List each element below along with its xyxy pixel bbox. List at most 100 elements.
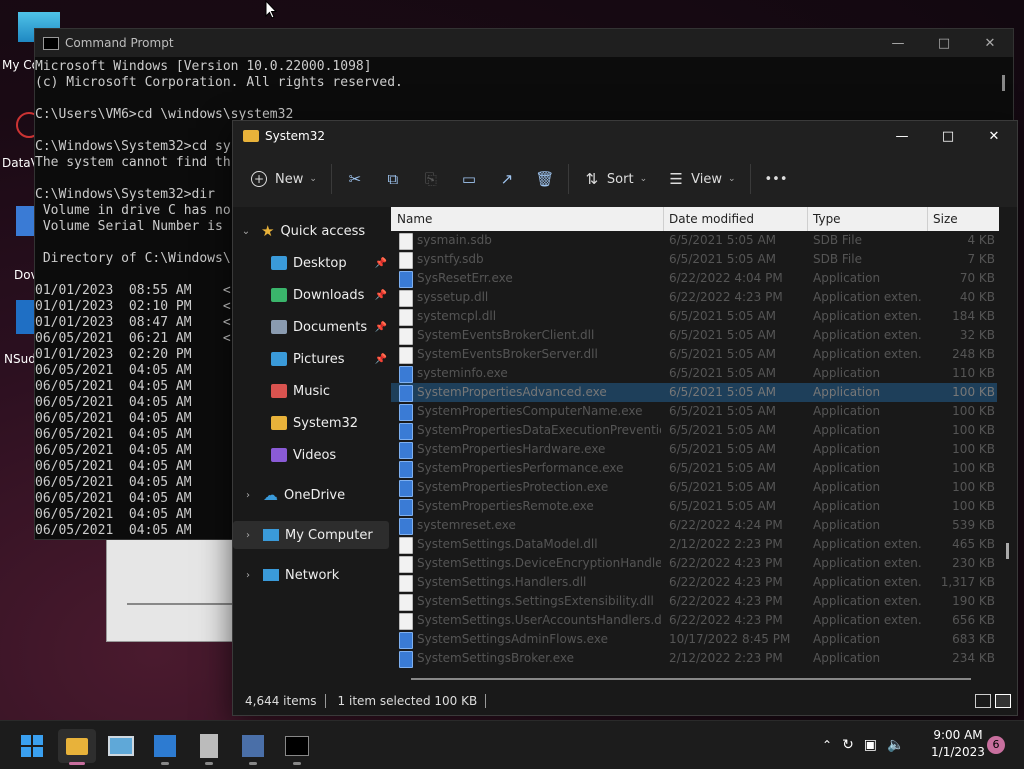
pin-icon: 📌 [374,353,387,365]
cmd-close-button[interactable]: ✕ [967,29,1013,57]
file-row[interactable]: SystemSettingsAdminFlows.exe 10/17/2022 8… [391,630,997,649]
file-list[interactable]: Name Date modified Type Size ⌃ sysmain.s… [391,207,999,673]
monitor-icon [108,736,134,756]
cmd-maximize-button[interactable]: □ [921,29,967,57]
chevron-up-icon[interactable]: ⌃ [822,738,832,752]
nav-item-videos[interactable]: Videos [233,441,389,469]
taskbar-command-prompt[interactable] [278,729,316,765]
nav-quick-access-label: Quick access [280,223,366,239]
file-row[interactable]: SystemPropertiesAdvanced.exe 6/5/2021 5:0… [391,383,997,402]
taskbar-control-panel[interactable] [146,729,184,765]
column-type[interactable]: Type [807,207,928,231]
share-icon: ↗ [500,170,514,188]
nav-quick-access[interactable]: ⌄ ★ Quick access [233,217,389,245]
file-name: SystemPropertiesRemote.exe [417,499,594,513]
file-date: 6/22/2022 4:23 PM [669,556,783,570]
file-type: Application exten... [813,556,921,570]
file-row[interactable]: SystemPropertiesComputerName.exe 6/5/2021… [391,402,997,421]
paste-button[interactable]: ⎘ [412,163,450,195]
scrollbar-thumb[interactable] [1006,543,1009,559]
share-button[interactable]: ↗ [488,163,526,195]
file-row[interactable]: SystemSettings.SettingsExtensibility.dll… [391,592,997,611]
view-button[interactable]: ☰ View ⌄ [657,163,745,195]
explorer-close-button[interactable]: ✕ [971,122,1017,150]
cmd-minimize-button[interactable]: — [875,29,921,57]
cmd-title: Command Prompt [65,36,174,50]
application-file-icon [399,271,413,288]
application-file-icon [399,651,413,668]
nav-item-desktop[interactable]: Desktop 📌 [233,249,389,277]
file-row[interactable]: SystemEventsBrokerClient.dll 6/5/2021 5:0… [391,326,997,345]
cmd-scrollbar[interactable] [1002,75,1005,91]
clock[interactable]: 9:00 AM 1/1/2023 [928,727,988,761]
file-row[interactable]: SystemPropertiesPerformance.exe 6/5/2021 … [391,459,997,478]
nav-network[interactable]: › Network [233,561,389,589]
file-type: Application exten... [813,328,921,342]
file-row[interactable]: SystemPropertiesDataExecutionPrevention.… [391,421,997,440]
file-row[interactable]: SystemEventsBrokerServer.dll 6/5/2021 5:0… [391,345,997,364]
file-row[interactable]: SystemSettingsBroker.exe 2/12/2022 2:23 P… [391,649,997,668]
file-row[interactable]: SystemPropertiesRemote.exe 6/5/2021 5:05 … [391,497,997,516]
nav-item-pictures[interactable]: Pictures 📌 [233,345,389,373]
nav-my-computer[interactable]: › My Computer [233,521,389,549]
paste-icon: ⎘ [424,170,437,188]
delete-button[interactable]: 🗑 [526,163,564,195]
file-size: 230 KB [952,556,995,570]
file-row[interactable]: SystemPropertiesProtection.exe 6/5/2021 5… [391,478,997,497]
file-row[interactable]: syssetup.dll 6/22/2022 4:23 PM Application… [391,288,997,307]
copy-button[interactable]: ⧉ [374,163,412,195]
nav-network-label: Network [285,567,340,583]
file-row[interactable]: systemcpl.dll 6/5/2021 5:05 AM Application… [391,307,997,326]
taskbar-file-cabinet[interactable] [190,729,228,765]
nav-item-label: Downloads [293,287,365,303]
network-icon[interactable]: ▣ [864,737,877,753]
sort-button[interactable]: ⇅ Sort ⌄ [573,163,657,195]
new-button[interactable]: + New ⌄ [241,163,327,195]
file-row[interactable]: SystemSettings.DataModel.dll 2/12/2022 2:… [391,535,997,554]
hscrollbar-thumb[interactable] [411,678,971,680]
taskbar-network-app[interactable] [102,729,140,763]
column-date-modified[interactable]: Date modified [663,207,808,231]
taskbar-system-info[interactable] [234,729,272,765]
file-name: SystemPropertiesProtection.exe [417,480,609,494]
tiles-view-button[interactable] [995,694,1011,708]
explorer-minimize-button[interactable]: — [879,122,925,150]
rename-button[interactable]: ▭ [450,163,488,195]
file-date: 6/5/2021 5:05 AM [669,328,777,342]
file-row[interactable]: systemreset.exe 6/22/2022 4:24 PM Applicat… [391,516,997,535]
file-list-scrollbar[interactable] [999,207,1017,673]
cabinet-icon [200,734,218,758]
notification-badge[interactable]: 6 [987,736,1005,754]
start-button[interactable] [13,729,51,763]
volume-icon[interactable]: 🔈 [887,737,904,753]
file-type: Application exten... [813,290,921,304]
file-explorer-window[interactable]: System32 — □ ✕ + New ⌄ ✂ ⧉ ⎘ ▭ ↗ 🗑 ⇅ Sor… [232,120,1018,716]
file-row[interactable]: SysResetErr.exe 6/22/2022 4:04 PM Applicat… [391,269,997,288]
file-row[interactable]: sysmain.sdb 6/5/2021 5:05 AM SDB File 4 KB [391,231,997,250]
nav-item-music[interactable]: Music [233,377,389,405]
cmd-titlebar[interactable]: Command Prompt [35,29,1013,57]
explorer-maximize-button[interactable]: □ [925,122,971,150]
details-view-button[interactable] [975,694,991,708]
nav-item-downloads[interactable]: Downloads 📌 [233,281,389,309]
column-size[interactable]: Size [927,207,999,231]
plus-icon: + [251,171,267,187]
nav-item-system32[interactable]: System32 [233,409,389,437]
cut-button[interactable]: ✂ [336,163,374,195]
file-row[interactable]: SystemSettings.DeviceEncryptionHandlers.… [391,554,997,573]
file-date: 10/17/2022 8:45 PM [669,632,791,646]
nav-onedrive[interactable]: › ☁ OneDrive [233,481,389,509]
file-list-hscrollbar[interactable] [391,673,999,685]
more-options-button[interactable]: ••• [755,163,798,195]
nav-item-documents[interactable]: Documents 📌 [233,313,389,341]
file-row[interactable]: systeminfo.exe 6/5/2021 5:05 AM Applicatio… [391,364,997,383]
running-indicator [293,762,301,765]
file-row[interactable]: SystemPropertiesHardware.exe 6/5/2021 5:0… [391,440,997,459]
file-row[interactable]: SystemSettings.UserAccountsHandlers.dll 6… [391,611,997,630]
trash-icon: 🗑 [535,170,555,188]
sync-error-icon[interactable]: ↻ [842,737,854,753]
taskbar-file-explorer[interactable] [58,729,96,765]
file-row[interactable]: sysntfy.sdb 6/5/2021 5:05 AM SDB File 7 KB [391,250,997,269]
file-date: 6/22/2022 4:23 PM [669,594,783,608]
file-row[interactable]: SystemSettings.Handlers.dll 6/22/2022 4:2… [391,573,997,592]
